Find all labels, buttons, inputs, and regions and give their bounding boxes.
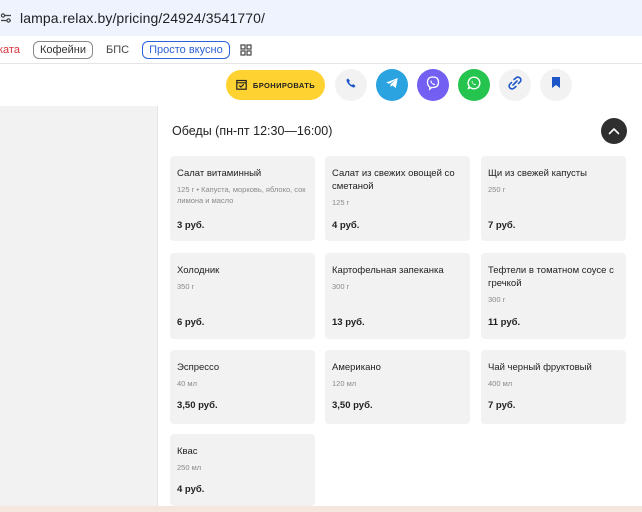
menu-item-desc: 120 мл	[332, 379, 357, 388]
bookmark-item[interactable]: БПС	[99, 40, 137, 59]
telegram-button[interactable]	[376, 69, 408, 101]
collapse-button[interactable]	[601, 118, 627, 144]
left-panel	[0, 106, 157, 506]
share-link-button[interactable]	[499, 69, 531, 101]
bookmark-item[interactable]: ката	[0, 40, 27, 59]
menu-item-name: Салат витаминный	[177, 168, 262, 179]
telegram-icon	[385, 76, 399, 94]
menu-item-price: 4 руб.	[332, 220, 360, 231]
menu-section: Обеды (пн-пт 12:30—16:00) Салат витаминн…	[157, 106, 642, 506]
menu-item-card[interactable]: Тефтели в томатном соусе с гречкой 300 г…	[481, 253, 626, 339]
action-bar: БРОНИРОВАТЬ	[0, 64, 642, 106]
menu-item-desc: 125 г • Капуста, морковь, яблоко, сок ли…	[177, 185, 306, 205]
menu-item-card[interactable]: Салат витаминный 125 г • Капуста, морков…	[170, 156, 315, 241]
menu-item-card[interactable]: Эспрессо 40 мл 3,50 руб.	[170, 350, 315, 424]
menu-item-price: 6 руб.	[177, 317, 205, 328]
menu-item-desc: 300 г	[332, 282, 350, 291]
menu-item-card[interactable]: Салат из свежих овощей со сметаной 125 г…	[325, 156, 470, 241]
url-text[interactable]: lampa.relax.by/pricing/24924/3541770/	[20, 10, 265, 26]
bookmark-icon	[551, 76, 561, 94]
menu-item-price: 7 руб.	[488, 400, 516, 411]
viber-icon	[425, 75, 441, 96]
menu-item-name: Американо	[332, 362, 381, 373]
apps-grid-icon[interactable]	[240, 43, 254, 57]
menu-item-desc: 300 г	[488, 295, 506, 304]
bookmark-item[interactable]: Кофейни	[32, 40, 94, 59]
menu-item-name: Тефтели в томатном соусе с гречкой	[488, 265, 614, 289]
menu-item-price: 7 руб.	[488, 220, 516, 231]
bookmark-item[interactable]: Просто вкусно	[142, 40, 230, 59]
menu-item-name: Квас	[177, 446, 198, 457]
menu-item-name: Салат из свежих овощей со сметаной	[332, 168, 455, 192]
book-button[interactable]: БРОНИРОВАТЬ	[226, 70, 325, 100]
whatsapp-button[interactable]	[458, 69, 490, 101]
menu-item-card[interactable]: Американо 120 мл 3,50 руб.	[325, 350, 470, 424]
menu-item-price: 3 руб.	[177, 220, 205, 231]
menu-item-price: 3,50 руб.	[177, 400, 218, 411]
menu-item-name: Чай черный фруктовый	[488, 362, 592, 373]
menu-item-desc: 250 г	[488, 185, 506, 194]
phone-icon	[345, 76, 357, 94]
menu-item-desc: 400 мл	[488, 379, 513, 388]
whatsapp-icon	[466, 75, 482, 96]
menu-item-name: Щи из свежей капусты	[488, 168, 587, 179]
menu-item-desc: 125 г	[332, 198, 350, 207]
calendar-check-icon	[236, 79, 247, 92]
menu-item-name: Эспрессо	[177, 362, 220, 373]
menu-item-price: 13 руб.	[332, 317, 365, 328]
menu-item-card[interactable]: Квас 250 мл 4 руб.	[170, 434, 315, 506]
menu-item-card[interactable]: Картофельная запеканка 300 г 13 руб.	[325, 253, 470, 339]
bookmark-button[interactable]	[540, 69, 572, 101]
menu-item-card[interactable]: Чай черный фруктовый 400 мл 7 руб.	[481, 350, 626, 424]
menu-item-desc: 350 г	[177, 282, 195, 291]
site-settings-icon[interactable]	[0, 11, 14, 25]
address-bar[interactable]: lampa.relax.by/pricing/24924/3541770/	[0, 0, 642, 36]
bookmarks-bar: ката Кофейни БПС Просто вкусно	[0, 36, 642, 64]
phone-button[interactable]	[335, 69, 367, 101]
bottom-edge	[0, 506, 642, 512]
menu-item-price: 11 руб.	[488, 317, 521, 328]
menu-item-name: Картофельная запеканка	[332, 265, 444, 276]
menu-item-card[interactable]: Холодник 350 г 6 руб.	[170, 253, 315, 339]
link-icon	[508, 75, 522, 95]
chevron-up-icon	[608, 122, 620, 140]
section-title: Обеды (пн-пт 12:30—16:00)	[172, 124, 333, 138]
menu-item-price: 4 руб.	[177, 484, 205, 495]
menu-item-desc: 250 мл	[177, 463, 202, 472]
menu-item-name: Холодник	[177, 265, 220, 276]
menu-item-desc: 40 мл	[177, 379, 197, 388]
menu-item-price: 3,50 руб.	[332, 400, 373, 411]
menu-item-card[interactable]: Щи из свежей капусты 250 г 7 руб.	[481, 156, 626, 241]
book-button-label: БРОНИРОВАТЬ	[252, 80, 316, 90]
viber-button[interactable]	[417, 69, 449, 101]
